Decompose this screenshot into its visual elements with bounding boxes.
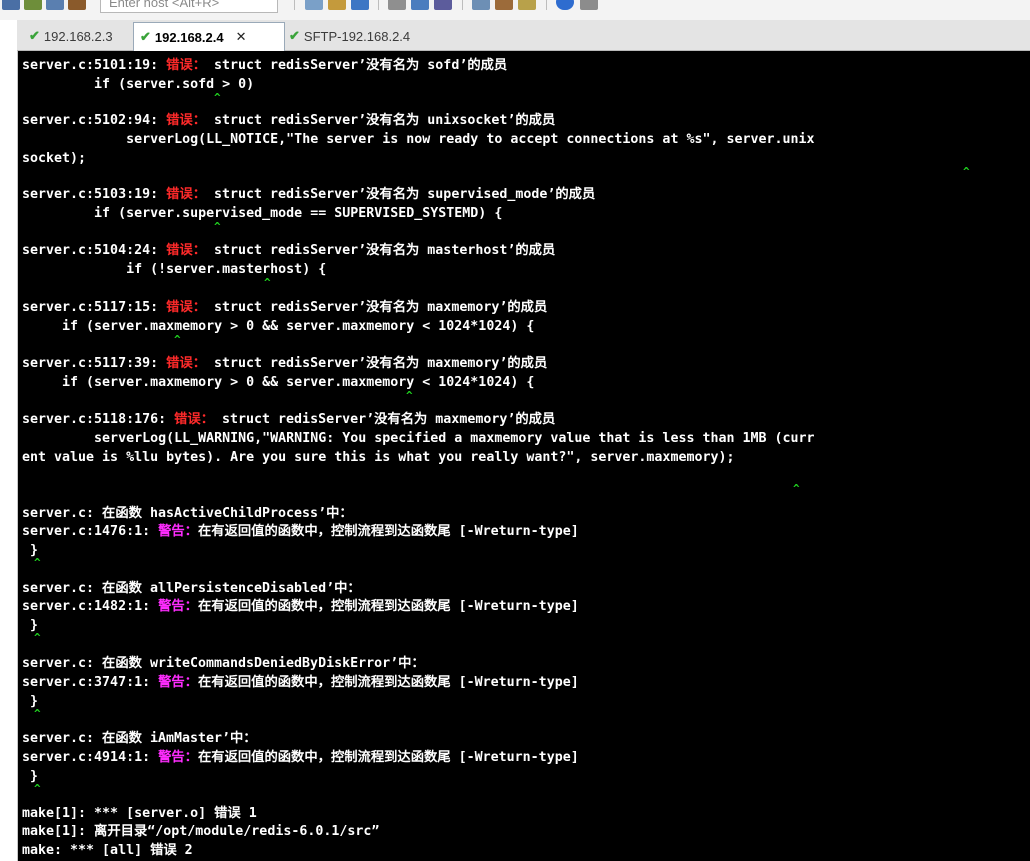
toolbar: Enter host <Alt+R>	[0, 0, 1030, 20]
warning-caret: ^	[34, 707, 41, 720]
tab-label: SFTP-192.168.2.4	[303, 28, 411, 44]
help-icon[interactable]	[556, 0, 574, 10]
tab-label: 192.168.2.4	[154, 29, 224, 45]
terminal-line: make[1]: 离开目录“/opt/module/redis-6.0.1/sr…	[22, 824, 380, 839]
error-caret: ^	[214, 91, 221, 104]
warning-label: 警告：	[158, 524, 198, 539]
error-label: 错误：	[174, 412, 214, 427]
error-label: 错误：	[166, 58, 206, 73]
terminal-line: server.c: 在函数 hasActiveChildProcess’中：	[22, 506, 353, 521]
terminal-line: server.c:5117:15: 错误： struct redisServer…	[22, 300, 548, 315]
warning-label: 警告：	[158, 750, 198, 765]
connected-check-icon: ✔	[289, 28, 300, 43]
toolbar-divider	[294, 0, 295, 10]
connected-check-icon: ✔	[140, 29, 151, 44]
error-caret: ^	[963, 165, 970, 178]
terminal-line: server.c:5117:39: 错误： struct redisServer…	[22, 356, 548, 371]
terminal-line: socket);	[22, 151, 87, 166]
paste-icon[interactable]	[328, 0, 346, 10]
error-caret: ^	[264, 276, 271, 289]
error-label: 错误：	[166, 187, 206, 202]
session-side-panel[interactable]	[0, 20, 18, 861]
toolbar-divider	[546, 0, 547, 10]
terminal-line: make[1]: *** [server.o] 错误 1	[22, 806, 257, 821]
error-caret: ^	[174, 333, 181, 346]
find-icon[interactable]	[351, 0, 369, 10]
terminal-line: make: *** [all] 错误 2	[22, 843, 193, 858]
terminal-line: server.c:5101:19: 错误： struct redisServer…	[22, 58, 508, 73]
terminal-line: ent value is %llu bytes). Are you sure t…	[22, 450, 735, 465]
terminal-line: if (server.supervised_mode == SUPERVISED…	[22, 206, 503, 221]
properties-icon[interactable]	[472, 0, 490, 10]
tab-192-168-2-4[interactable]: ✔ 192.168.2.4 ✕	[133, 22, 285, 51]
terminal-line: server.c:1476:1: 警告：在有返回值的函数中，控制流程到达函数尾 …	[22, 524, 579, 539]
terminal-line: server.c:5102:94: 错误： struct redisServer…	[22, 113, 556, 128]
terminal-line: if (server.maxmemory > 0 && server.maxme…	[22, 375, 535, 390]
layout-icon[interactable]	[580, 0, 598, 10]
copy-icon[interactable]	[305, 0, 323, 10]
terminal-line: server.c: 在函数 writeCommandsDeniedByDiskE…	[22, 656, 425, 671]
toolbar-divider	[462, 0, 463, 10]
terminal-line: server.c:1482:1: 警告：在有返回值的函数中，控制流程到达函数尾 …	[22, 599, 579, 614]
tools-icon[interactable]	[495, 0, 513, 10]
script-icon[interactable]	[518, 0, 536, 10]
reconnect-icon[interactable]	[46, 0, 64, 10]
warning-label: 警告：	[158, 599, 198, 614]
terminal-line: server.c:4914:1: 警告：在有返回值的函数中，控制流程到达函数尾 …	[22, 750, 579, 765]
warning-caret: ^	[34, 631, 41, 644]
error-caret: ^	[406, 389, 413, 402]
terminal-line: server.c:3747:1: 警告：在有返回值的函数中，控制流程到达函数尾 …	[22, 675, 579, 690]
tab-label: 192.168.2.3	[43, 28, 113, 44]
error-label: 错误：	[166, 113, 206, 128]
new-session-icon[interactable]	[2, 0, 20, 10]
print-icon[interactable]	[388, 0, 406, 10]
disconnect-icon[interactable]	[68, 0, 86, 10]
terminal-line: server.c:5104:24: 错误： struct redisServer…	[22, 243, 556, 258]
terminal-line: if (!server.masterhost) {	[22, 262, 327, 277]
error-caret: ^	[793, 482, 800, 495]
toolbar-divider	[378, 0, 379, 10]
error-label: 错误：	[166, 243, 206, 258]
transfer-icon[interactable]	[411, 0, 429, 10]
terminal-line: serverLog(LL_WARNING,"WARNING: You speci…	[22, 431, 815, 446]
connected-check-icon: ✔	[29, 28, 40, 43]
terminal-line: server.c:5103:19: 错误： struct redisServer…	[22, 187, 596, 202]
tab-sftp-192-168-2-4[interactable]: ✔ SFTP-192.168.2.4	[285, 23, 439, 49]
warning-label: 警告：	[158, 675, 198, 690]
terminal-output[interactable]: server.c:5101:19: 错误： struct redisServer…	[18, 51, 1030, 861]
save-icon[interactable]	[434, 0, 452, 10]
error-label: 错误：	[166, 300, 206, 315]
close-tab-icon[interactable]: ✕	[236, 29, 247, 45]
open-session-icon[interactable]	[24, 0, 42, 10]
terminal-line: server.c: 在函数 iAmMaster’中：	[22, 731, 257, 746]
tab-bar: ✔ 192.168.2.3 ✔ 192.168.2.4 ✕ ✔ SFTP-192…	[17, 20, 1030, 51]
error-caret: ^	[214, 220, 221, 233]
warning-caret: ^	[34, 782, 41, 795]
host-input[interactable]: Enter host <Alt+R>	[100, 0, 278, 13]
terminal-line: serverLog(LL_NOTICE,"The server is now r…	[22, 132, 815, 147]
terminal-line: server.c:5118:176: 错误： struct redisServe…	[22, 412, 556, 427]
terminal-line: server.c: 在函数 allPersistenceDisabled’中：	[22, 581, 361, 596]
error-label: 错误：	[166, 356, 206, 371]
warning-caret: ^	[34, 556, 41, 569]
terminal-line: if (server.maxmemory > 0 && server.maxme…	[22, 319, 535, 334]
tab-192-168-2-3[interactable]: ✔ 192.168.2.3	[23, 23, 137, 49]
